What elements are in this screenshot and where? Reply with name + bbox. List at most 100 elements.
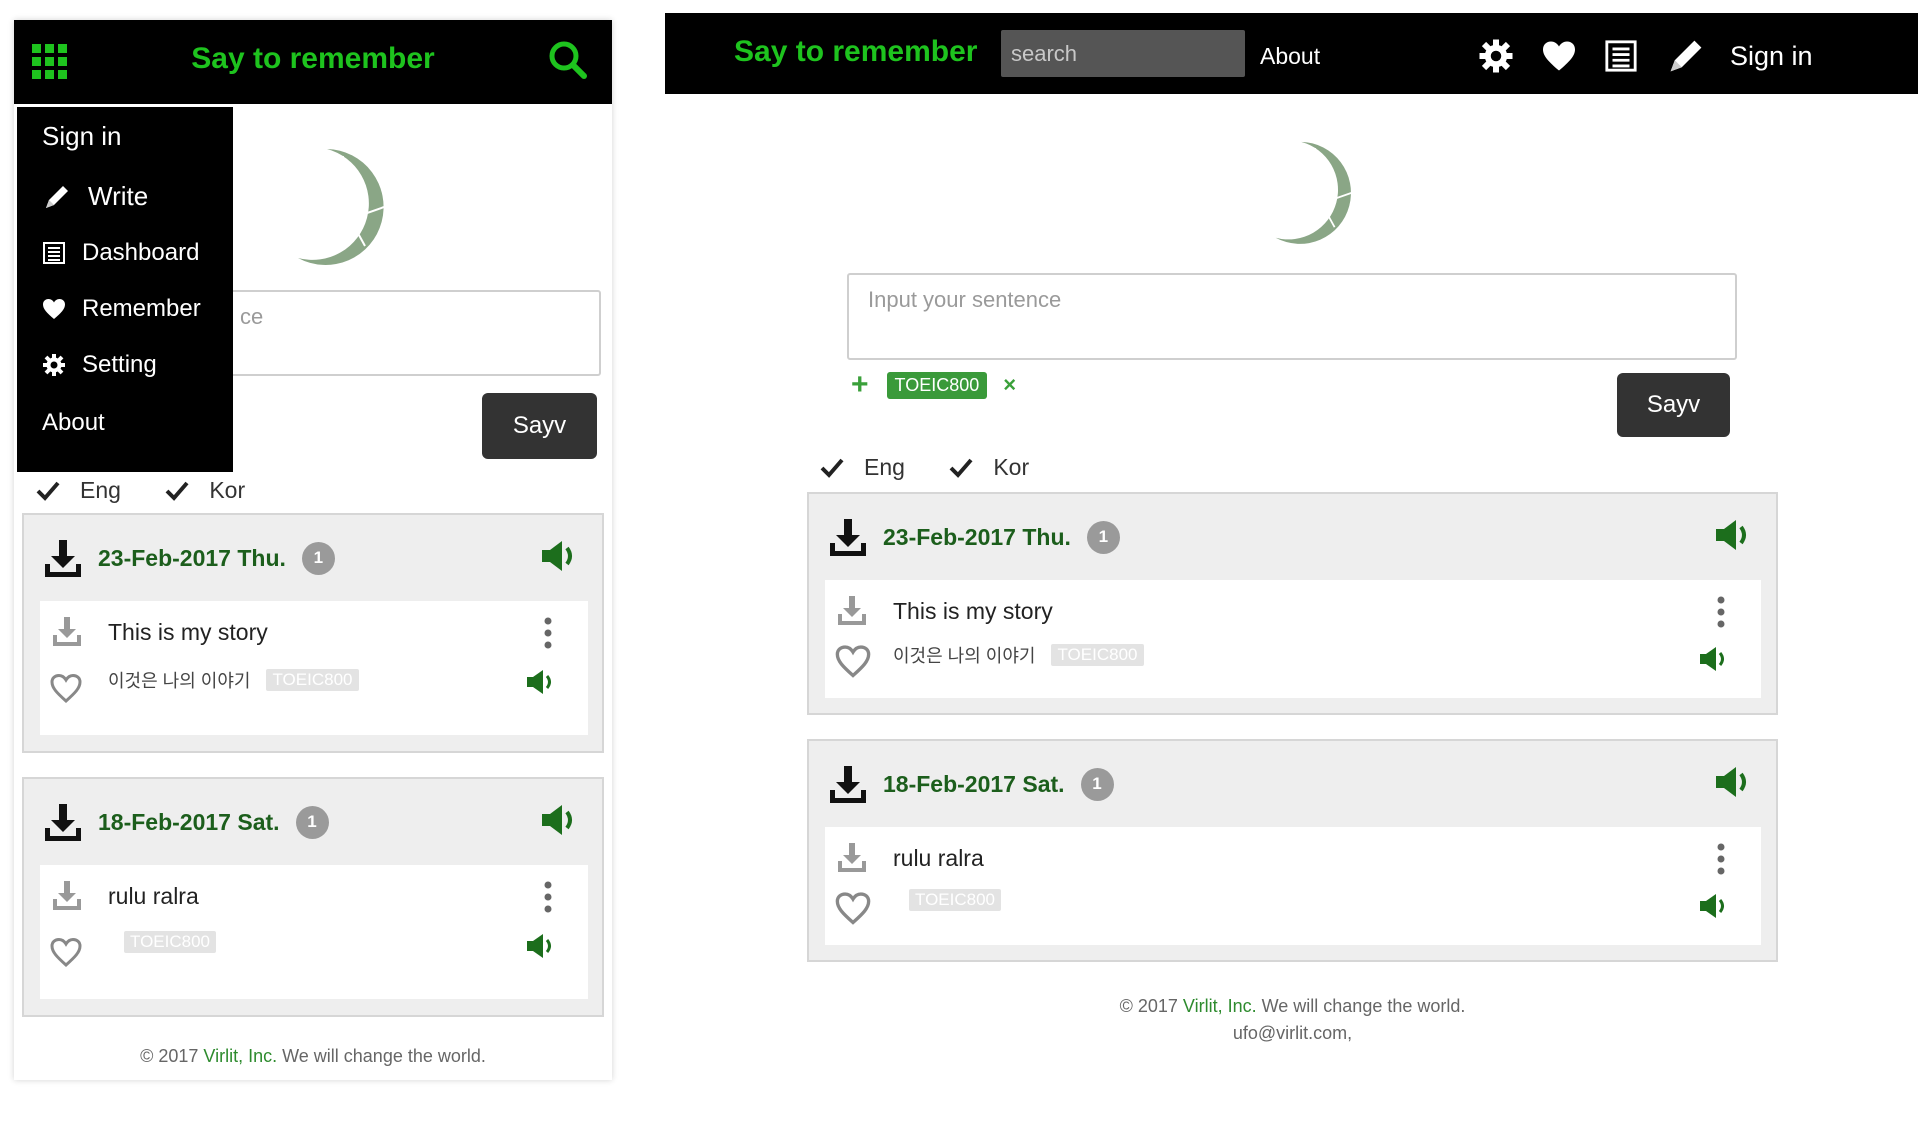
day-group: 23-Feb-2017 Thu. 1 This is my story 이것은 … — [807, 492, 1778, 715]
more-vertical-icon[interactable] — [544, 617, 552, 649]
sentence-korean-row: 이것은 나의 이야기 TOEIC800 — [893, 642, 1144, 668]
heart-icon[interactable] — [1541, 40, 1577, 72]
speaker-icon[interactable] — [1699, 893, 1729, 919]
sentence-korean: 이것은 나의 이야기 — [108, 671, 251, 691]
day-header: 18-Feb-2017 Sat. 1 — [24, 779, 602, 865]
count-badge: 1 — [301, 541, 335, 575]
day-group: 18-Feb-2017 Sat. 1 rulu ralra TOEIC800 — [807, 739, 1778, 962]
heart-outline-icon[interactable] — [49, 937, 83, 967]
selected-tag[interactable]: TOEIC800 — [886, 371, 988, 399]
sayv-button[interactable]: Sayv — [482, 393, 597, 459]
download-icon[interactable] — [52, 879, 82, 911]
menu-item-write[interactable]: Write — [42, 181, 148, 212]
moon-logo — [1273, 133, 1361, 251]
sentence-english: This is my story — [893, 598, 1053, 624]
mobile-footer: © 2017 Virlit, Inc. We will change the w… — [14, 1046, 612, 1067]
check-icon — [36, 481, 60, 501]
mobile-app-title[interactable]: Say to remember — [14, 42, 612, 76]
speaker-icon[interactable] — [1699, 646, 1729, 672]
sentence-korean-row: TOEIC800 — [893, 889, 1002, 911]
pencil-icon[interactable] — [1665, 35, 1707, 77]
download-icon[interactable] — [829, 517, 867, 557]
language-toggles: Eng Kor — [36, 477, 283, 507]
tag-label[interactable]: TOEIC800 — [266, 669, 359, 691]
list-icon[interactable] — [1604, 39, 1638, 73]
lang-eng-label: Eng — [80, 477, 121, 503]
menu-item-dashboard[interactable]: Dashboard — [42, 239, 199, 267]
desktop-header: Say to remember About Sign in — [665, 13, 1918, 94]
speaker-icon[interactable] — [1714, 765, 1752, 799]
day-header: 23-Feb-2017 Thu. 1 — [809, 494, 1776, 580]
lang-toggle-kor[interactable]: Kor — [165, 477, 245, 504]
footer-tagline: We will change the world. — [1256, 996, 1466, 1016]
sayv-button[interactable]: Sayv — [1617, 373, 1730, 437]
day-header: 23-Feb-2017 Thu. 1 — [24, 515, 602, 601]
tag-row: + TOEIC800 × — [851, 370, 1016, 400]
speaker-icon[interactable] — [540, 803, 578, 837]
lang-toggle-eng[interactable]: Eng — [36, 477, 121, 504]
language-toggles: Eng Kor — [820, 454, 1067, 484]
lang-kor-label: Kor — [993, 454, 1030, 480]
more-vertical-icon[interactable] — [1717, 596, 1725, 628]
mobile-view: Say to remember Sign in Write Dashboard — [14, 20, 612, 1080]
check-icon — [949, 458, 973, 478]
tag-label[interactable]: TOEIC800 — [1051, 644, 1144, 666]
sentence-input[interactable]: ce — [224, 290, 601, 376]
sentence-english: rulu ralra — [108, 883, 199, 909]
search-icon[interactable] — [548, 40, 588, 80]
more-vertical-icon[interactable] — [544, 881, 552, 913]
gear-icon[interactable] — [1478, 38, 1514, 74]
lang-toggle-kor[interactable]: Kor — [949, 454, 1029, 481]
desktop-app-title[interactable]: Say to remember — [734, 35, 977, 69]
download-icon[interactable] — [52, 615, 82, 647]
footer-email[interactable]: ufo@virlit.com, — [807, 1020, 1778, 1047]
heart-outline-icon[interactable] — [49, 673, 83, 703]
sentence-card: rulu ralra TOEIC800 — [40, 865, 588, 999]
day-date: 23-Feb-2017 Thu. — [98, 544, 286, 571]
sentence-english: This is my story — [108, 619, 268, 645]
lang-toggle-eng[interactable]: Eng — [820, 454, 905, 481]
download-icon[interactable] — [44, 802, 82, 842]
heart-outline-icon[interactable] — [834, 644, 872, 678]
menu-write-label: Write — [88, 181, 149, 211]
menu-item-about[interactable]: About — [42, 409, 105, 437]
menu-item-setting[interactable]: Setting — [42, 351, 157, 379]
sentence-korean: 이것은 나의 이야기 — [893, 646, 1036, 666]
nav-sign-in[interactable]: Sign in — [1730, 41, 1813, 72]
footer-company-link[interactable]: Virlit, Inc. — [203, 1046, 277, 1066]
tag-label[interactable]: TOEIC800 — [124, 931, 217, 953]
mobile-header: Say to remember — [14, 20, 612, 104]
heart-icon — [42, 298, 66, 320]
menu-dashboard-label: Dashboard — [82, 239, 200, 266]
menu-item-remember[interactable]: Remember — [42, 295, 201, 323]
speaker-icon[interactable] — [526, 669, 556, 695]
download-icon[interactable] — [829, 764, 867, 804]
menu-remember-label: Remember — [82, 295, 201, 322]
sentence-input[interactable]: Input your sentence — [847, 273, 1737, 360]
day-header: 18-Feb-2017 Sat. 1 — [809, 741, 1776, 827]
day-date: 18-Feb-2017 Sat. — [883, 770, 1065, 797]
list-icon — [42, 241, 66, 265]
plus-icon[interactable]: + — [851, 370, 869, 400]
footer-company-link[interactable]: Virlit, Inc. — [1183, 996, 1257, 1016]
speaker-icon[interactable] — [526, 933, 556, 959]
tag-label[interactable]: TOEIC800 — [909, 889, 1002, 911]
speaker-icon[interactable] — [1714, 518, 1752, 552]
download-icon[interactable] — [44, 538, 82, 578]
day-group: 18-Feb-2017 Sat. 1 rulu ralra TOEIC800 — [22, 777, 604, 1017]
download-icon[interactable] — [837, 594, 867, 626]
sentence-card: This is my story 이것은 나의 이야기 TOEIC800 — [40, 601, 588, 735]
menu-item-sign-in[interactable]: Sign in — [42, 121, 122, 152]
sentence-input-text: ce — [240, 304, 264, 329]
download-icon[interactable] — [837, 841, 867, 873]
close-icon[interactable]: × — [1003, 372, 1016, 398]
footer-line-1: © 2017 Virlit, Inc. We will change the w… — [807, 993, 1778, 1020]
desktop-footer: © 2017 Virlit, Inc. We will change the w… — [807, 993, 1778, 1047]
heart-outline-icon[interactable] — [834, 891, 872, 925]
more-vertical-icon[interactable] — [1717, 843, 1725, 875]
gear-icon — [42, 353, 66, 377]
day-group: 23-Feb-2017 Thu. 1 This is my story 이것은 … — [22, 513, 604, 753]
speaker-icon[interactable] — [540, 539, 578, 573]
nav-about[interactable]: About — [1260, 43, 1320, 70]
search-input[interactable] — [1001, 30, 1245, 77]
